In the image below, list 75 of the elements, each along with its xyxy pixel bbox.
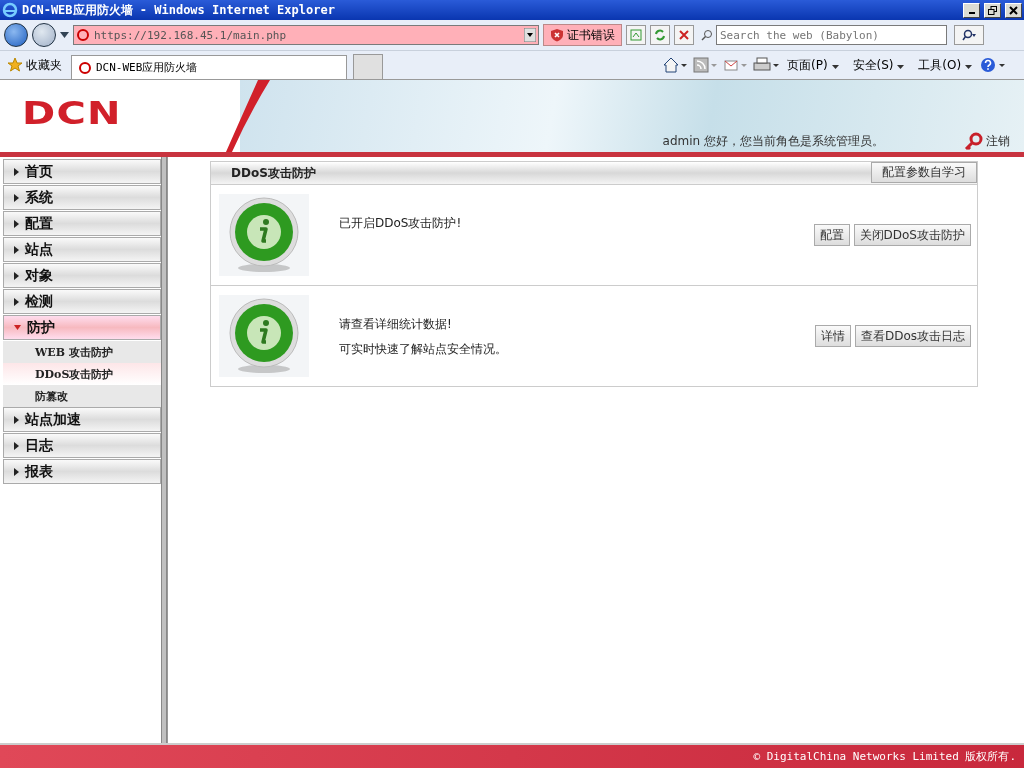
close-icon [1009,5,1018,15]
dropdown-icon[interactable] [60,32,69,38]
sidebar-item[interactable]: 日志 [3,433,161,458]
back-button[interactable] [4,23,28,47]
address-field[interactable]: https://192.168.45.1/main.php [73,25,539,45]
caret-icon [14,271,19,280]
logo: DCN [22,94,122,132]
search-icon [962,29,976,41]
certificate-error-button[interactable]: 证书错误 [543,24,622,46]
sidebar-item[interactable]: 报表 [3,459,161,484]
window-title: DCN-WEB应用防火墙 - Windows Internet Explorer [22,1,336,19]
action-button[interactable]: 配置 [813,224,850,246]
key-icon [964,132,984,150]
info-text: 请查看详细统计数据! [339,316,453,333]
caret-icon [14,415,19,424]
caret-icon [14,245,19,254]
menu-button[interactable]: 页面(P) [785,54,841,76]
sidebar-item[interactable]: 配置 [3,211,161,236]
caret-icon [965,64,972,69]
minimize-button[interactable] [963,2,980,18]
info-text: 可实时快速了解站点安全情况。 [339,341,508,358]
refresh-icon[interactable] [650,25,670,45]
browser-tab[interactable]: DCN-WEB应用防火墙 [71,55,347,79]
caret-icon [897,64,905,69]
submenu-item[interactable]: 防篡改 [3,385,161,407]
caret-icon [14,167,19,176]
dropdown-icon[interactable] [524,28,536,42]
menu-button[interactable]: 工具(O) [916,54,974,76]
caret-icon [14,297,19,306]
greeting-text: admin 您好，您当前角色是系统管理员。 [662,132,884,150]
sidebar-item[interactable]: 站点加速 [3,407,161,432]
swoosh-drawing [226,80,270,152]
info-text: 已开启DDoS攻击防护! [339,215,463,232]
submenu-item[interactable]: DDoS攻击防护 [3,363,161,385]
caret-icon [14,441,19,450]
feeds-icon[interactable] [693,57,718,73]
help-icon[interactable] [980,57,1006,73]
sidebar-item[interactable]: 站点 [3,237,161,262]
favorites-button[interactable]: 收藏夹 [4,54,65,76]
search-field[interactable]: Search the web (Babylon) [716,25,947,45]
sidebar-item[interactable]: 系统 [3,185,161,210]
compatibility-icon[interactable] [626,25,646,45]
submenu-item[interactable]: WEB 攻击防护 [3,341,161,363]
print-icon[interactable] [753,57,780,73]
sidebar-item[interactable]: 防护 [3,315,161,340]
stop-icon[interactable] [674,25,694,45]
restore-icon [988,5,997,15]
caret-icon [14,467,19,476]
home-icon[interactable] [663,57,688,73]
action-button[interactable]: 详情 [814,325,851,347]
restore-button[interactable] [984,2,1001,18]
action-button[interactable]: 关闭DDoS攻击防护 [853,224,971,246]
caret-icon [14,219,19,228]
action-button[interactable]: 查看DDos攻击日志 [854,325,971,347]
mail-icon[interactable] [723,57,748,73]
caret-icon [831,64,839,69]
caret-icon [14,325,21,330]
page-icon [78,60,92,75]
search-icon [701,29,713,41]
menu-button[interactable]: 安全(S) [850,54,907,76]
sidebar-item[interactable]: 首页 [3,159,161,184]
logout-link[interactable]: 注销 [964,132,1010,150]
copyright-text: © DigitalChina Networks Limited 版权所有. [753,749,1016,764]
self-learning-button[interactable]: 配置参数自学习 [871,162,977,183]
close-button[interactable] [1005,2,1022,18]
forward-button[interactable] [32,23,56,47]
panel-title: DDoS攻击防护 [231,164,316,182]
star-icon [7,57,23,73]
search-button[interactable] [954,25,984,45]
page-icon [76,28,90,42]
sidebar-item[interactable]: 对象 [3,263,161,288]
sidebar-item[interactable]: 检测 [3,289,161,314]
caret-icon [14,193,19,202]
ie-logo-icon [2,2,18,18]
shield-icon [550,28,564,42]
